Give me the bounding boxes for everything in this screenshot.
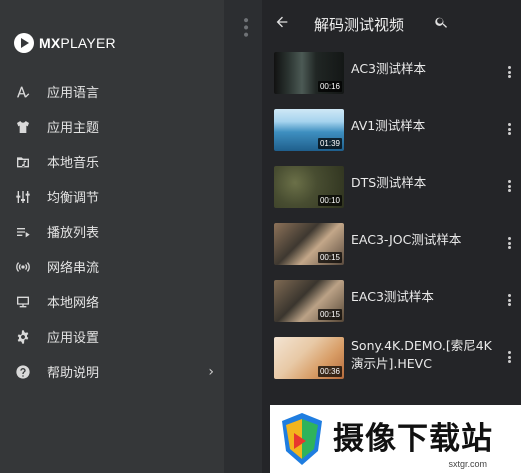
- watermark-text: 摄像下载站: [333, 421, 493, 457]
- duration-badge: 00:15: [317, 309, 342, 320]
- watermark-url: sxtgr.com: [448, 459, 487, 469]
- video-thumbnail[interactable]: 00:16: [274, 52, 344, 94]
- more-vert-icon[interactable]: [507, 180, 511, 192]
- drawer-scrim[interactable]: [224, 0, 262, 473]
- nav-label: 网络串流: [47, 261, 100, 276]
- playlist-icon: [14, 223, 32, 241]
- drawer-menu: 应用语言 应用主题 本地音乐 均衡调节 播放列表 网络串流 本地网络 应用设置 …: [0, 74, 224, 389]
- video-title: Sony.4K.DEMO.[索尼4K演示片].HEVC: [351, 338, 492, 371]
- video-title: AV1测试样本: [351, 118, 426, 133]
- top-app-bar: 解码测试视频: [262, 0, 521, 48]
- video-list: 00:16 AC3测试样本 01:39 AV1测试样本 00:10 DTS测试样…: [262, 46, 521, 388]
- nav-item-equalizer[interactable]: 均衡调节: [0, 179, 224, 214]
- video-list-item[interactable]: 00:10 DTS测试样本: [262, 160, 521, 217]
- watermark-logo-icon: [282, 413, 322, 465]
- music-folder-icon: [14, 153, 32, 171]
- nav-item-playlist[interactable]: 播放列表: [0, 214, 224, 249]
- help-icon: [14, 363, 32, 381]
- logo-text: MXPLAYER: [39, 35, 116, 51]
- stream-icon: [14, 258, 32, 276]
- search-icon[interactable]: [434, 15, 449, 30]
- video-list-panel: 解码测试视频 00:16 AC3测试样本 01:39 AV1测试样本 00:10…: [262, 0, 521, 473]
- nav-label: 本地网络: [47, 296, 100, 311]
- gear-icon: [14, 328, 32, 346]
- duration-badge: 01:39: [317, 138, 342, 149]
- nav-label: 播放列表: [47, 226, 100, 241]
- duration-badge: 00:15: [317, 252, 342, 263]
- nav-label: 应用设置: [47, 331, 100, 346]
- more-vert-icon[interactable]: [507, 351, 511, 363]
- video-thumbnail[interactable]: 00:36: [274, 337, 344, 379]
- mx-player-logo: MXPLAYER: [14, 33, 116, 53]
- back-arrow-icon[interactable]: [274, 14, 290, 30]
- nav-item-network-stream[interactable]: 网络串流: [0, 249, 224, 284]
- nav-item-app-theme[interactable]: 应用主题: [0, 109, 224, 144]
- nav-item-help[interactable]: 帮助说明 ›: [0, 354, 224, 389]
- play-logo-icon: [14, 33, 34, 53]
- nav-item-app-settings[interactable]: 应用设置: [0, 319, 224, 354]
- duration-badge: 00:36: [317, 366, 342, 377]
- navigation-drawer: MXPLAYER 应用语言 应用主题 本地音乐 均衡调节 播放列表 网络串流 本…: [0, 0, 224, 473]
- nav-label: 帮助说明: [47, 366, 100, 381]
- chevron-right-icon: ›: [208, 364, 214, 380]
- more-vert-icon[interactable]: [507, 237, 511, 249]
- video-thumbnail[interactable]: 00:10: [274, 166, 344, 208]
- more-vert-icon[interactable]: [507, 66, 511, 78]
- equalizer-icon: [14, 188, 32, 206]
- video-list-item[interactable]: 00:36 Sony.4K.DEMO.[索尼4K演示片].HEVC: [262, 331, 521, 388]
- video-title: EAC3测试样本: [351, 289, 434, 304]
- watermark-banner: 摄像下载站 sxtgr.com: [270, 405, 521, 473]
- nav-label: 应用主题: [47, 121, 100, 136]
- video-title: EAC3-JOC测试样本: [351, 232, 462, 247]
- video-list-item[interactable]: 00:16 AC3测试样本: [262, 46, 521, 103]
- duration-badge: 00:16: [317, 81, 342, 92]
- nav-item-local-music[interactable]: 本地音乐: [0, 144, 224, 179]
- video-list-item[interactable]: 00:15 EAC3-JOC测试样本: [262, 217, 521, 274]
- video-title: DTS测试样本: [351, 175, 427, 190]
- more-vert-icon[interactable]: [507, 294, 511, 306]
- overflow-menu-icon[interactable]: •••: [237, 16, 253, 38]
- network-icon: [14, 293, 32, 311]
- video-list-item[interactable]: 01:39 AV1测试样本: [262, 103, 521, 160]
- video-list-item[interactable]: 00:15 EAC3测试样本: [262, 274, 521, 331]
- video-title: AC3测试样本: [351, 61, 427, 76]
- video-thumbnail[interactable]: 00:15: [274, 280, 344, 322]
- more-vert-icon[interactable]: [507, 123, 511, 135]
- nav-item-local-network[interactable]: 本地网络: [0, 284, 224, 319]
- translate-icon: [14, 83, 32, 101]
- duration-badge: 00:10: [317, 195, 342, 206]
- video-thumbnail[interactable]: 00:15: [274, 223, 344, 265]
- video-thumbnail[interactable]: 01:39: [274, 109, 344, 151]
- nav-label: 应用语言: [47, 86, 100, 101]
- nav-item-app-language[interactable]: 应用语言: [0, 74, 224, 109]
- tshirt-icon: [14, 118, 32, 136]
- page-title: 解码测试视频: [314, 16, 405, 34]
- nav-label: 本地音乐: [47, 156, 100, 171]
- nav-label: 均衡调节: [47, 191, 100, 206]
